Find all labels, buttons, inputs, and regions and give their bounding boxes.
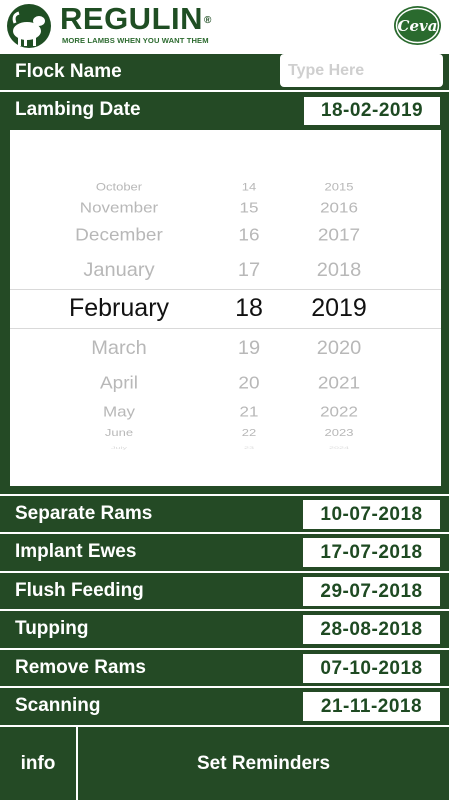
schedule-row[interactable]: Flush Feeding 29-07-2018: [0, 571, 449, 609]
picker-year-item[interactable]: 2019: [311, 294, 367, 323]
picker-year-item[interactable]: 2018: [317, 259, 362, 281]
flock-name-input-wrapper: [280, 54, 443, 87]
picker-year-item[interactable]: 2022: [320, 403, 358, 420]
picker-day-item[interactable]: 22: [242, 427, 256, 438]
picker-month-item[interactable]: April: [100, 373, 138, 393]
picker-month-item[interactable]: February: [69, 294, 169, 323]
schedule-row-date[interactable]: 21-11-2018: [303, 692, 440, 721]
picker-year-item[interactable]: 2015: [325, 180, 354, 193]
flock-name-label: Flock Name: [15, 61, 122, 82]
picker-day-item[interactable]: 23: [244, 446, 254, 450]
schedule-row[interactable]: Remove Rams 07-10-2018: [0, 648, 449, 686]
info-button[interactable]: info: [0, 727, 78, 800]
brand-tagline: MORE LAMBS WHEN YOU WANT THEM: [62, 36, 209, 45]
picker-year-item[interactable]: 2016: [320, 199, 358, 216]
schedule-row-label: Tupping: [15, 618, 89, 639]
schedule-row-date[interactable]: 07-10-2018: [303, 654, 440, 683]
flock-name-input[interactable]: [280, 54, 443, 87]
schedule-row-label: Scanning: [15, 695, 101, 716]
date-picker[interactable]: SeptemberOctoberNovemberDecemberJanuaryF…: [10, 130, 441, 486]
picker-day-item[interactable]: 14: [242, 180, 256, 193]
schedule-row[interactable]: Implant Ewes 17-07-2018: [0, 532, 449, 570]
sheep-logo-icon: [7, 4, 51, 48]
set-reminders-button[interactable]: Set Reminders: [78, 727, 449, 800]
picker-day-item[interactable]: 19: [238, 337, 260, 359]
picker-month-item[interactable]: May: [103, 403, 135, 420]
picker-month-item[interactable]: March: [91, 337, 147, 359]
schedule-row-label: Flush Feeding: [15, 580, 144, 601]
ceva-logo-text: Ceva: [398, 17, 438, 35]
picker-day-item[interactable]: 21: [240, 403, 259, 420]
schedule-row[interactable]: Separate Rams 10-07-2018: [0, 494, 449, 532]
picker-month-item[interactable]: October: [96, 180, 142, 193]
schedule-row-date[interactable]: 28-08-2018: [303, 615, 440, 644]
lambing-date-row[interactable]: Lambing Date 18-02-2019: [0, 90, 449, 128]
schedule-row-label: Remove Rams: [15, 657, 146, 678]
bottom-toolbar: info Set Reminders: [0, 725, 449, 800]
ceva-logo-icon: Ceva: [394, 6, 441, 45]
lambing-date-value[interactable]: 18-02-2019: [304, 97, 440, 125]
schedule-row-date[interactable]: 17-07-2018: [303, 538, 440, 567]
schedule-row-date[interactable]: 10-07-2018: [303, 500, 440, 529]
schedule-row[interactable]: Scanning 21-11-2018: [0, 686, 449, 725]
schedule-row-label: Implant Ewes: [15, 541, 137, 562]
schedule-row-date[interactable]: 29-07-2018: [303, 577, 440, 606]
picker-month-item[interactable]: December: [75, 225, 163, 245]
picker-year-item[interactable]: 2021: [318, 373, 360, 393]
picker-month-item[interactable]: June: [105, 427, 133, 438]
app-header: REGULIN® MORE LAMBS WHEN YOU WANT THEM C…: [0, 0, 449, 52]
picker-day-item[interactable]: 16: [238, 225, 259, 245]
picker-year-item[interactable]: 2024: [329, 446, 349, 450]
picker-day-item[interactable]: 18: [235, 294, 263, 323]
picker-year-item[interactable]: 2020: [317, 337, 362, 359]
picker-month-item[interactable]: January: [83, 259, 154, 281]
picker-day-item[interactable]: 17: [238, 259, 260, 281]
picker-day-item[interactable]: 20: [238, 373, 259, 393]
picker-year-item[interactable]: 2017: [318, 225, 360, 245]
schedule-row-label: Separate Rams: [15, 503, 153, 524]
picker-month-item[interactable]: July: [111, 446, 127, 450]
schedule-row[interactable]: Tupping 28-08-2018: [0, 609, 449, 647]
picker-day-item[interactable]: 15: [240, 199, 259, 216]
brand-name: REGULIN®: [60, 1, 212, 36]
lambing-date-label: Lambing Date: [15, 99, 141, 120]
picker-month-item[interactable]: November: [80, 199, 158, 216]
picker-year-item[interactable]: 2023: [325, 427, 354, 438]
